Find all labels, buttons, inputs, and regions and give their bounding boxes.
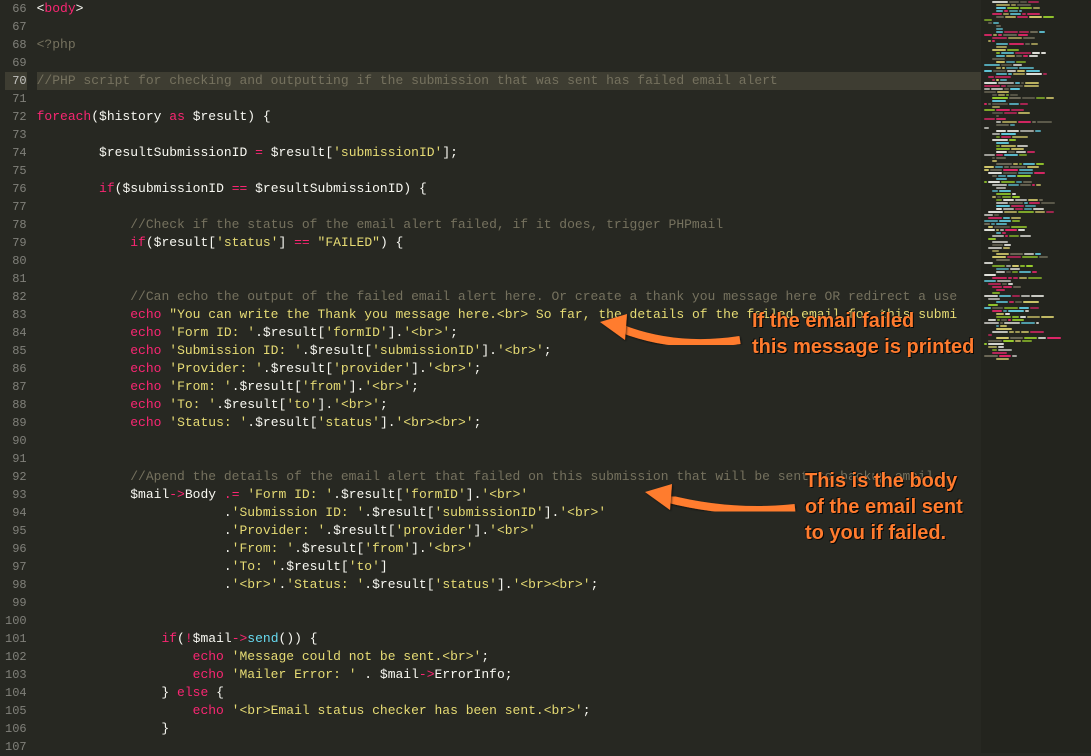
code-line[interactable]: echo 'Submission ID: '.$result['submissi… [37, 342, 981, 360]
code-line[interactable] [37, 738, 981, 753]
code-line[interactable]: <?php [37, 36, 981, 54]
code-line[interactable] [37, 594, 981, 612]
code-line[interactable]: $mail->Body .= 'Form ID: '.$result['form… [37, 486, 981, 504]
code-line[interactable] [37, 450, 981, 468]
code-line[interactable] [37, 18, 981, 36]
code-line[interactable]: foreach($history as $result) { [37, 108, 981, 126]
code-line[interactable]: //Apend the details of the email alert t… [37, 468, 981, 486]
code-line[interactable]: echo 'Provider: '.$result['provider'].'<… [37, 360, 981, 378]
code-line[interactable] [37, 270, 981, 288]
code-line[interactable]: echo 'Status: '.$result['status'].'<br><… [37, 414, 981, 432]
code-line[interactable]: echo 'From: '.$result['from'].'<br>'; [37, 378, 981, 396]
code-line[interactable]: //PHP script for checking and outputting… [37, 72, 981, 90]
code-line[interactable]: echo 'Mailer Error: ' . $mail->ErrorInfo… [37, 666, 981, 684]
code-line[interactable]: <body> [37, 0, 981, 18]
code-line[interactable]: } else { [37, 684, 981, 702]
code-line[interactable] [37, 90, 981, 108]
code-line[interactable]: echo 'To: '.$result['to'].'<br>'; [37, 396, 981, 414]
code-line[interactable] [37, 612, 981, 630]
code-line[interactable]: if(!$mail->send()) { [37, 630, 981, 648]
code-line[interactable]: .'Submission ID: '.$result['submissionID… [37, 504, 981, 522]
code-line[interactable]: } [37, 720, 981, 738]
code-line[interactable]: //Can echo the output of the failed emai… [37, 288, 981, 306]
code-line[interactable]: .'From: '.$result['from'].'<br>' [37, 540, 981, 558]
minimap[interactable] [981, 0, 1091, 753]
code-line[interactable]: .'To: '.$result['to'] [37, 558, 981, 576]
code-editor[interactable]: 6667686970717273747576777879808182838485… [0, 0, 1091, 753]
code-line[interactable]: .'<br>'.'Status: '.$result['status'].'<b… [37, 576, 981, 594]
line-number-gutter[interactable]: 6667686970717273747576777879808182838485… [0, 0, 37, 753]
code-line[interactable] [37, 432, 981, 450]
code-line[interactable]: echo '<br>Email status checker has been … [37, 702, 981, 720]
code-area[interactable]: <body> <?php //PHP script for checking and… [37, 0, 981, 753]
code-line[interactable] [37, 198, 981, 216]
code-line[interactable] [37, 54, 981, 72]
code-line[interactable] [37, 252, 981, 270]
code-line[interactable]: if($submissionID == $resultSubmissionID)… [37, 180, 981, 198]
code-line[interactable]: $resultSubmissionID = $result['submissio… [37, 144, 981, 162]
code-line[interactable]: //Check if the status of the email alert… [37, 216, 981, 234]
code-line[interactable]: .'Provider: '.$result['provider'].'<br>' [37, 522, 981, 540]
code-line[interactable]: echo 'Message could not be sent.<br>'; [37, 648, 981, 666]
code-line[interactable]: echo "You can write the Thank you messag… [37, 306, 981, 324]
code-line[interactable] [37, 162, 981, 180]
code-line[interactable]: echo 'Form ID: '.$result['formID'].'<br>… [37, 324, 981, 342]
code-line[interactable]: if($result['status'] == "FAILED") { [37, 234, 981, 252]
code-line[interactable] [37, 126, 981, 144]
